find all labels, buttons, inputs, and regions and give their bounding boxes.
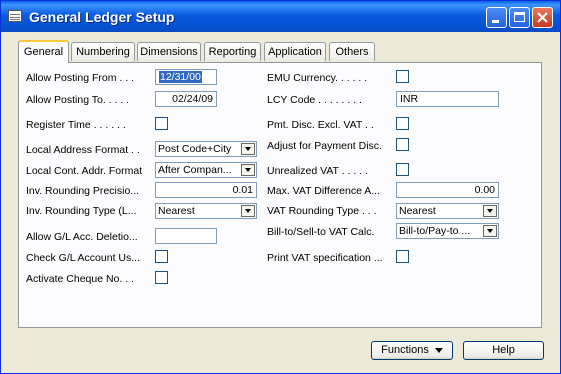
allow-posting-to-field[interactable]: 02/24/09 <box>155 91 217 107</box>
chevron-down-icon[interactable] <box>483 225 497 237</box>
emu-currency-label: EMU Currency. . . . . . <box>267 72 368 84</box>
local-cont-addr-format-dropdown[interactable]: After Compan... <box>155 162 257 178</box>
activate-cheque-no-checkbox[interactable] <box>155 271 168 284</box>
window-title: General Ledger Setup <box>29 9 175 25</box>
inv-rounding-type-dropdown[interactable]: Nearest <box>155 203 257 219</box>
help-button[interactable]: Help <box>463 341 544 360</box>
lcy-code-field[interactable]: INR <box>396 91 499 107</box>
functions-button-label: Functions <box>381 344 429 356</box>
local-address-format-dropdown[interactable]: Post Code+City <box>155 141 257 157</box>
pmt-disc-excl-vat-label: Pmt. Disc. Excl. VAT . . <box>267 119 374 131</box>
allow-posting-to-label: Allow Posting To. . . . . <box>26 94 130 106</box>
bill-to-sell-to-vat-calc-dropdown[interactable]: Bill-to/Pay-to ... <box>396 223 499 239</box>
inv-rounding-precision-field[interactable]: 0.01 <box>155 182 257 198</box>
unrealized-vat-label: Unrealized VAT . . . . . <box>267 165 368 177</box>
chevron-down-icon[interactable] <box>241 205 255 217</box>
local-address-format-label: Local Address Format . . <box>26 144 140 156</box>
inv-rounding-precision-label: Inv. Rounding Precisio... <box>26 185 140 197</box>
tab-general[interactable]: General <box>18 40 69 63</box>
tab-numbering[interactable]: Numbering <box>71 42 135 61</box>
print-vat-specification-checkbox[interactable] <box>396 250 409 263</box>
chevron-down-icon <box>434 347 443 353</box>
local-cont-addr-format-value: After Compan... <box>158 164 232 176</box>
register-time-label: Register Time . . . . . . <box>26 119 126 131</box>
bill-to-sell-to-vat-calc-value: Bill-to/Pay-to ... <box>399 225 471 237</box>
vat-rounding-type-value: Nearest <box>399 205 436 217</box>
allow-posting-from-value: 12/31/00 <box>159 71 202 83</box>
chevron-down-icon[interactable] <box>241 143 255 155</box>
local-address-format-value: Post Code+City <box>158 143 232 155</box>
inv-rounding-type-label: Inv. Rounding Type (L... <box>26 205 137 217</box>
lcy-code-label: LCY Code . . . . . . . . <box>267 94 362 106</box>
adjust-for-payment-disc-checkbox[interactable] <box>396 138 409 151</box>
adjust-for-payment-disc-label: Adjust for Payment Disc. <box>267 140 382 152</box>
tab-application[interactable]: Application <box>264 42 326 61</box>
vat-rounding-type-label: VAT Rounding Type . . . <box>267 205 377 217</box>
unrealized-vat-checkbox[interactable] <box>396 163 409 176</box>
minimize-button[interactable] <box>486 7 507 28</box>
close-icon <box>537 12 548 23</box>
max-vat-difference-label: Max. VAT Difference A... <box>267 185 381 197</box>
bill-to-sell-to-vat-calc-label: Bill-to/Sell-to VAT Calc. <box>267 226 375 238</box>
tab-others[interactable]: Others <box>329 42 375 61</box>
maximize-icon <box>514 12 525 22</box>
general-ledger-setup-window: General Ledger Setup General Numbering D… <box>0 0 561 374</box>
close-button[interactable] <box>532 7 553 28</box>
allow-posting-from-label: Allow Posting From . . . <box>26 72 134 84</box>
register-time-checkbox[interactable] <box>155 117 168 130</box>
print-vat-specification-label: Print VAT specification ... <box>267 252 383 264</box>
functions-button[interactable]: Functions <box>371 341 453 360</box>
chevron-down-icon[interactable] <box>483 205 497 217</box>
tab-dimensions[interactable]: Dimensions <box>137 42 201 61</box>
allow-posting-from-field[interactable]: 12/31/00 <box>155 69 217 85</box>
inv-rounding-type-value: Nearest <box>158 205 195 217</box>
vat-rounding-type-dropdown[interactable]: Nearest <box>396 203 499 219</box>
emu-currency-checkbox[interactable] <box>396 70 409 83</box>
allow-gl-acc-deletion-field[interactable] <box>155 228 217 244</box>
check-gl-account-usage-checkbox[interactable] <box>155 250 168 263</box>
maximize-button[interactable] <box>509 7 530 28</box>
minimize-icon <box>492 20 499 23</box>
title-bar[interactable]: General Ledger Setup <box>1 1 560 32</box>
max-vat-difference-field[interactable]: 0.00 <box>396 182 499 198</box>
chevron-down-icon[interactable] <box>241 164 255 176</box>
table-icon <box>8 10 22 22</box>
local-cont-addr-format-label: Local Cont. Addr. Format <box>26 165 143 177</box>
pmt-disc-excl-vat-checkbox[interactable] <box>396 117 409 130</box>
tab-reporting[interactable]: Reporting <box>204 42 261 61</box>
activate-cheque-no-label: Activate Cheque No. . . <box>26 273 134 285</box>
check-gl-account-usage-label: Check G/L Account Us... <box>26 252 140 264</box>
allow-gl-acc-deletion-label: Allow G/L Acc. Deletio... <box>26 231 138 243</box>
